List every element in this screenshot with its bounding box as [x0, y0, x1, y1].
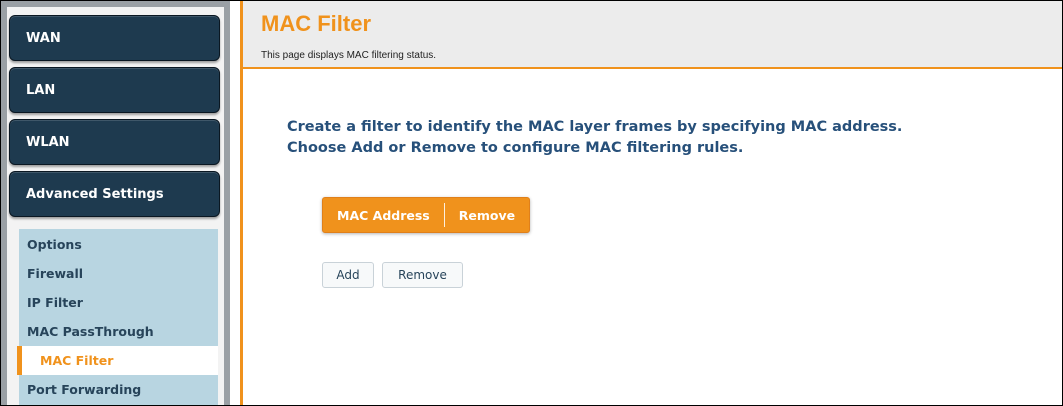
submenu-item-label: MAC PassThrough: [27, 324, 154, 339]
nav-wan-button[interactable]: WAN: [9, 15, 220, 61]
submenu-item-options[interactable]: Options: [19, 230, 218, 259]
router-admin-window: WAN LAN WLAN Advanced Settings Options F…: [0, 0, 1063, 406]
submenu-item-label: IP Filter: [27, 295, 83, 310]
column-header-mac-address: MAC Address: [337, 207, 430, 223]
page-title: MAC Filter: [261, 11, 371, 36]
mac-filter-table-header: MAC Address Remove: [322, 197, 531, 233]
submenu-item-label: Port Forwarding: [27, 382, 142, 397]
submenu-item-label: Options: [27, 237, 82, 252]
nav-item-label: LAN: [26, 82, 56, 98]
page-description: This page displays MAC filtering status.: [261, 50, 437, 61]
nav-item-label: WLAN: [26, 134, 70, 150]
submenu-item-port-forwarding[interactable]: Port Forwarding: [19, 375, 218, 404]
nav-item-label: WAN: [26, 30, 61, 46]
submenu-item-ip-filter[interactable]: IP Filter: [19, 288, 218, 317]
page-content: Create a filter to identify the MAC laye…: [240, 69, 1062, 405]
nav-advanced-settings-button[interactable]: Advanced Settings: [9, 171, 220, 217]
intro-line: Choose Add or Remove to configure MAC fi…: [287, 140, 744, 156]
page-header: MAC Filter This page displays MAC filter…: [240, 1, 1062, 69]
add-button-label: Add: [336, 268, 360, 282]
nav-item-label: Advanced Settings: [26, 186, 164, 202]
sidebar: WAN LAN WLAN Advanced Settings Options F…: [1, 1, 230, 405]
submenu-item-mac-passthrough[interactable]: MAC PassThrough: [19, 317, 218, 346]
submenu-item-label: MAC Filter: [40, 353, 114, 368]
add-button[interactable]: Add: [322, 262, 374, 288]
advanced-settings-submenu: Options Firewall IP Filter MAC PassThrou…: [17, 229, 218, 405]
remove-button-label: Remove: [398, 268, 447, 282]
column-header-remove: Remove: [458, 207, 516, 223]
sidebar-panel: WAN LAN WLAN Advanced Settings Options F…: [7, 7, 224, 405]
intro-line: Create a filter to identify the MAC laye…: [287, 119, 903, 135]
nav-wlan-button[interactable]: WLAN: [9, 119, 220, 165]
submenu-item-label: Firewall: [27, 266, 84, 281]
column-divider: [443, 203, 445, 227]
remove-button[interactable]: Remove: [382, 262, 463, 288]
submenu-item-mac-filter[interactable]: MAC Filter: [17, 346, 218, 375]
intro-text: Create a filter to identify the MAC laye…: [287, 117, 902, 159]
main-panel: MAC Filter This page displays MAC filter…: [240, 1, 1062, 405]
nav-lan-button[interactable]: LAN: [9, 67, 220, 113]
submenu-item-firewall[interactable]: Firewall: [19, 259, 218, 288]
